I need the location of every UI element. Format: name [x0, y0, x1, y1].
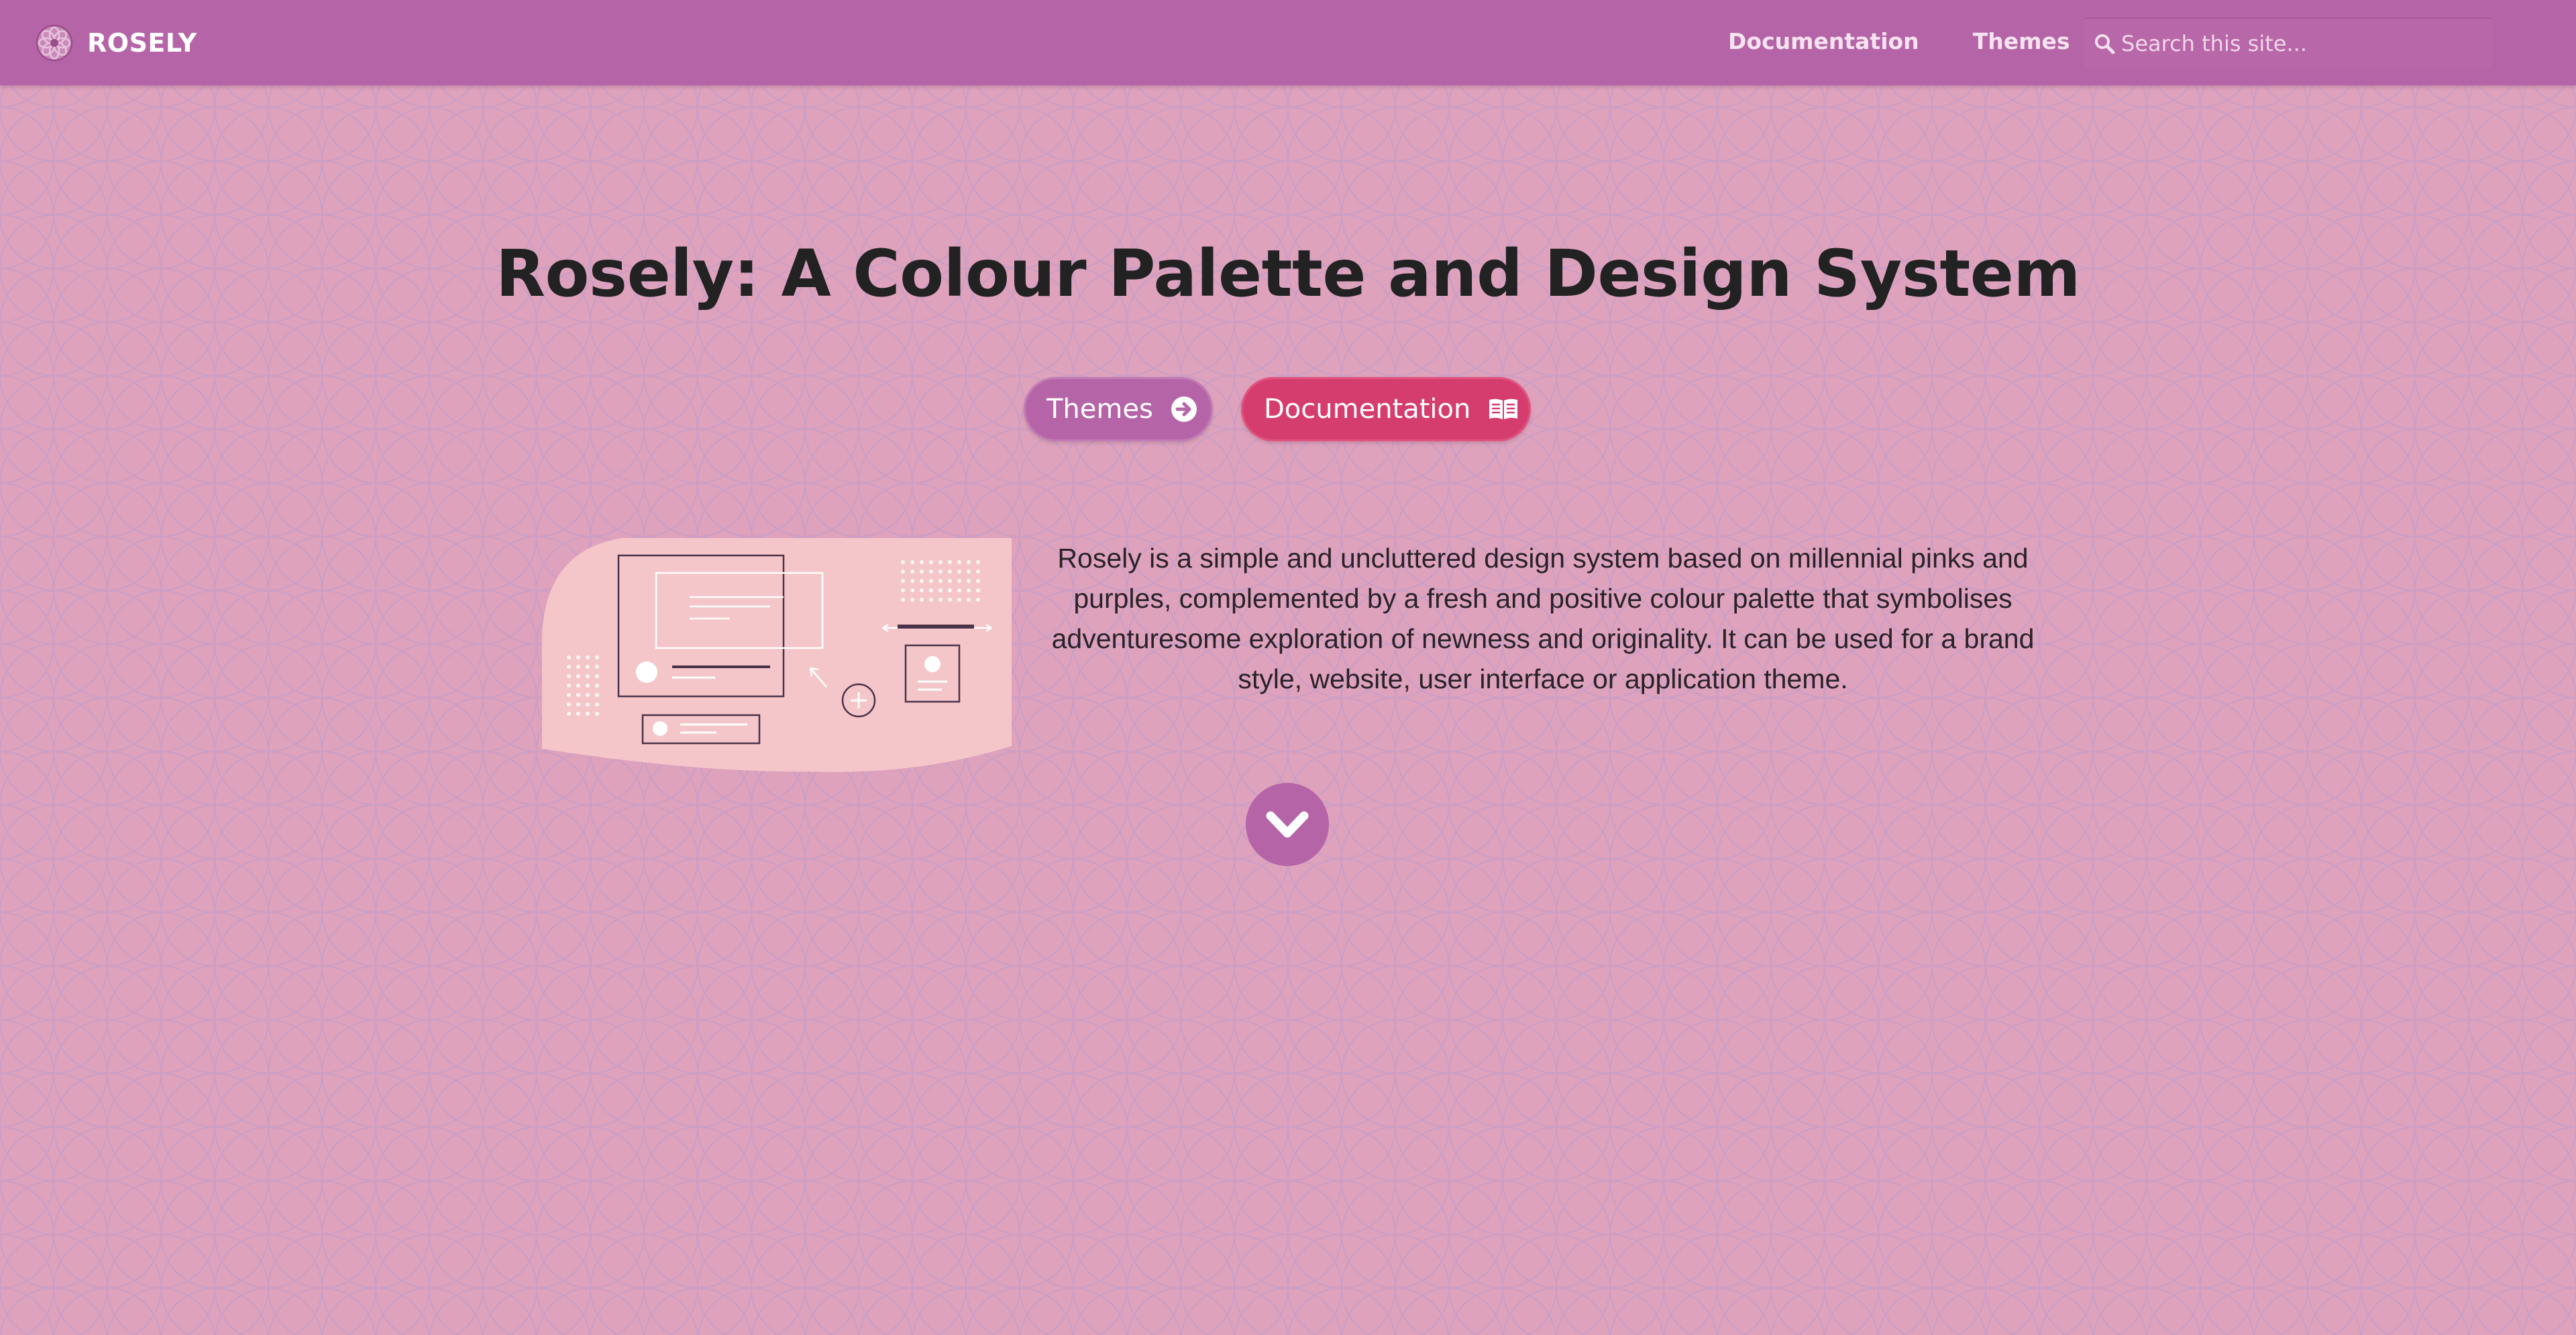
nav-link-themes[interactable]: Themes	[1973, 28, 2070, 54]
themes-button-label: Themes	[1046, 394, 1153, 425]
page-title: Rosely: A Colour Palette and Design Syst…	[496, 236, 2080, 311]
brand-name: ROSELY	[87, 28, 197, 58]
themes-button[interactable]: Themes	[1024, 377, 1213, 441]
hero-actions: Themes Documentation	[1024, 377, 1531, 441]
documentation-button[interactable]: Documentation	[1241, 377, 1531, 441]
hero-description: Rosely is a simple and uncluttered desig…	[1051, 543, 2035, 694]
primary-nav: Documentation Themes	[1728, 28, 2070, 54]
arrow-right-circle-icon	[1171, 396, 1197, 422]
brand-home-link[interactable]: ROSELY	[35, 23, 197, 63]
documentation-button-label: Documentation	[1264, 394, 1471, 425]
search-icon	[2095, 34, 2115, 54]
search-input[interactable]	[2121, 31, 2483, 56]
nav-link-documentation[interactable]: Documentation	[1728, 28, 1919, 54]
top-navbar: ROSELY Documentation Themes	[0, 0, 2576, 85]
ui-design-illustration	[542, 538, 1012, 772]
site-search	[2084, 17, 2493, 68]
scroll-down-button[interactable]	[1246, 783, 1329, 866]
open-book-icon	[1489, 398, 1518, 419]
chevron-down-icon	[1266, 811, 1309, 838]
rosely-flower-logo	[36, 24, 73, 62]
